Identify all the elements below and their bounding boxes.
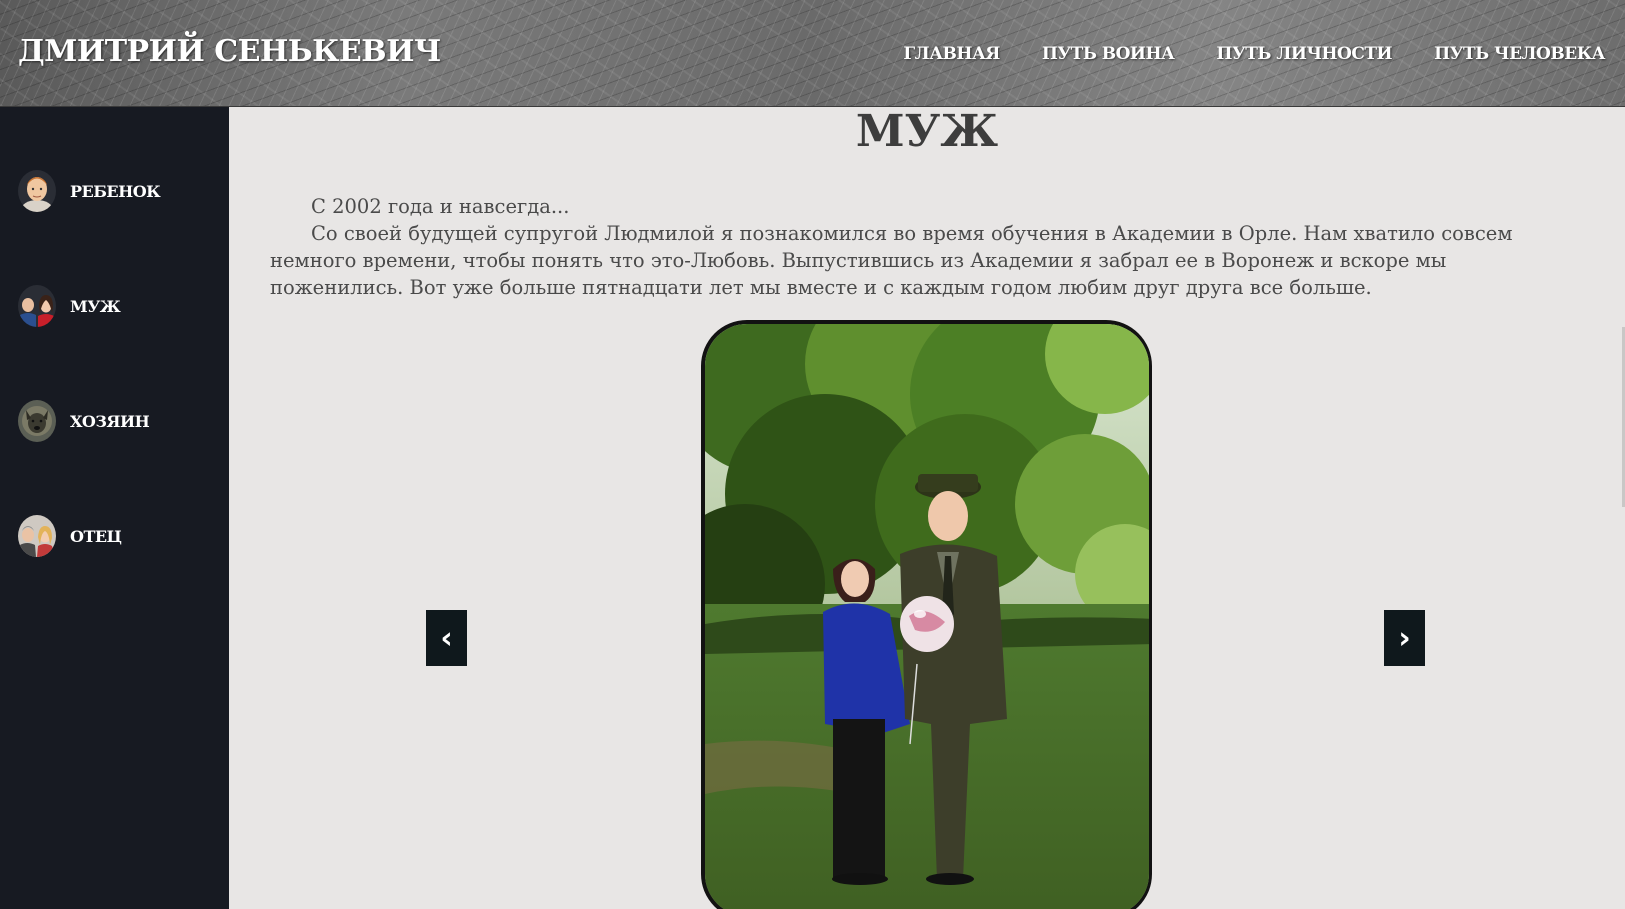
article-paragraph: С 2002 года и навсегда...: [311, 195, 570, 218]
family-portrait-icon: [18, 515, 56, 557]
nav-item-human-path[interactable]: ПУТЬ ЧЕЛОВЕКА: [1413, 44, 1605, 64]
sidebar: РЕБЕНОК МУЖ ХОЗЯИН ОТЕЦ: [0, 107, 229, 909]
sidebar-item-label: РЕБЕНОК: [70, 181, 161, 201]
sidebar-item-husband[interactable]: МУЖ: [18, 285, 121, 327]
carousel-next-button[interactable]: ›: [1384, 610, 1425, 666]
sidebar-item-label: ХОЗЯИН: [70, 411, 150, 431]
article-text: С 2002 года и навсегда... Со своей будущ…: [270, 193, 1580, 301]
nav-item-personality-path[interactable]: ПУТЬ ЛИЧНОСТИ: [1195, 44, 1413, 64]
sidebar-item-child[interactable]: РЕБЕНОК: [18, 170, 161, 212]
site-title[interactable]: ДМИТРИЙ СЕНЬКЕВИЧ: [18, 34, 441, 69]
sidebar-item-label: МУЖ: [70, 296, 121, 316]
page-title: МУЖ: [855, 106, 999, 157]
dog-portrait-icon: [18, 400, 56, 442]
main-nav: ГЛАВНАЯ ПУТЬ ВОИНА ПУТЬ ЛИЧНОСТИ ПУТЬ ЧЕ…: [882, 44, 1605, 64]
nav-item-home[interactable]: ГЛАВНАЯ: [882, 44, 1020, 64]
site-header: ДМИТРИЙ СЕНЬКЕВИЧ ГЛАВНАЯ ПУТЬ ВОИНА ПУТ…: [0, 0, 1625, 107]
child-portrait-icon: [18, 170, 56, 212]
sidebar-item-owner[interactable]: ХОЗЯИН: [18, 400, 150, 442]
nav-item-warrior-path[interactable]: ПУТЬ ВОИНА: [1021, 44, 1196, 64]
couple-portrait-icon: [18, 285, 56, 327]
sidebar-item-label: ОТЕЦ: [70, 526, 122, 546]
carousel-photo: [701, 320, 1152, 909]
article-paragraph: Со своей будущей супругой Людмилой я поз…: [270, 222, 1513, 299]
sidebar-item-father[interactable]: ОТЕЦ: [18, 515, 122, 557]
carousel-prev-button[interactable]: ‹: [426, 610, 467, 666]
